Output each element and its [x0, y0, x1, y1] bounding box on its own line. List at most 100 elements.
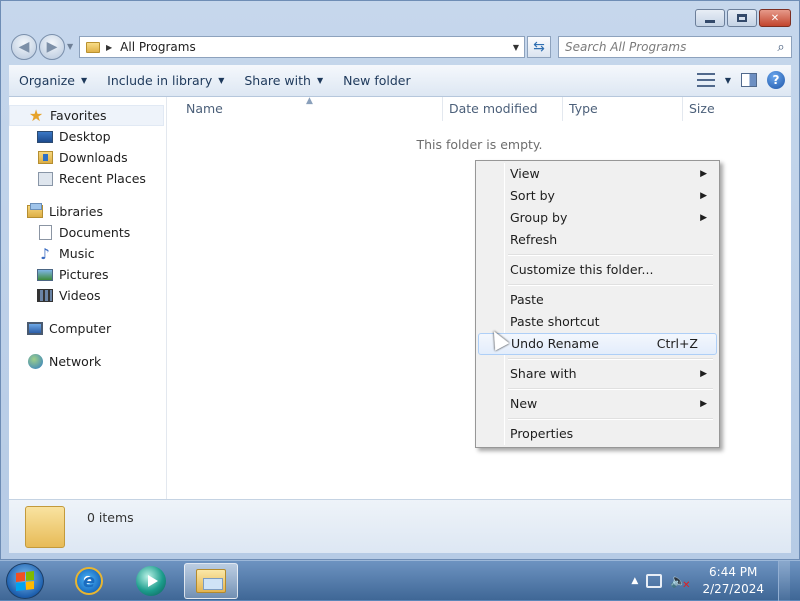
menu-item-group-by[interactable]: Group by ▶	[478, 207, 717, 229]
command-bar: Organize ▼ Include in library ▼ Share with…	[9, 65, 791, 97]
show-hidden-icons-icon[interactable]: ▲	[631, 576, 638, 586]
new-folder-label: New folder	[343, 73, 411, 88]
column-header-label: Date modified	[449, 101, 538, 116]
sidebar-item-music[interactable]: ♪ Music	[9, 243, 166, 264]
toolbar-right: ▼ ?	[696, 71, 785, 89]
breadcrumb[interactable]: All Programs	[120, 40, 508, 54]
volume-muted-icon[interactable]: 🔈 ✕	[670, 574, 690, 591]
sidebar-item-label: Favorites	[50, 108, 107, 123]
menu-item-refresh[interactable]: Refresh	[478, 229, 717, 251]
menu-item-label: New	[510, 396, 538, 411]
menu-item-undo-rename[interactable]: Undo Rename Ctrl+Z	[478, 333, 717, 355]
share-with-button[interactable]: Share with ▼	[234, 65, 333, 96]
folder-icon	[25, 506, 65, 548]
clock[interactable]: 6:44 PM 2/27/2024	[702, 564, 764, 598]
minimize-button[interactable]	[695, 9, 725, 27]
breadcrumb-chevron-icon[interactable]: ▶	[106, 43, 112, 52]
sidebar-item-label: Libraries	[49, 204, 103, 219]
sidebar-item-label: Pictures	[59, 267, 109, 282]
clock-date: 2/27/2024	[702, 582, 764, 596]
column-header-date-modified[interactable]: Date modified	[442, 97, 562, 121]
refresh-button[interactable]: ⇆	[527, 36, 551, 58]
address-bar[interactable]: ▶ All Programs ▼	[79, 36, 525, 58]
maximize-icon	[737, 14, 747, 22]
include-in-library-button[interactable]: Include in library ▼	[97, 65, 234, 96]
search-icon[interactable]: ⌕	[771, 40, 791, 55]
menu-item-view[interactable]: View ▶	[478, 163, 717, 185]
star-icon: ★	[28, 106, 44, 125]
item-count: 0 items	[87, 510, 134, 525]
menu-separator	[478, 281, 717, 289]
close-icon: ✕	[770, 12, 780, 24]
maximize-button[interactable]	[727, 9, 757, 27]
sidebar-item-label: Music	[59, 246, 95, 261]
menu-item-new[interactable]: New ▶	[478, 393, 717, 415]
forward-arrow-icon: ▶	[46, 39, 58, 55]
sidebar-item-network[interactable]: Network	[9, 351, 166, 372]
column-header-type[interactable]: Type	[562, 97, 682, 121]
film-icon	[37, 288, 53, 304]
sidebar-item-computer[interactable]: Computer	[9, 318, 166, 339]
change-view-icon[interactable]	[696, 73, 715, 87]
menu-separator	[478, 385, 717, 393]
taskbar-internet-explorer[interactable]: e	[62, 563, 116, 599]
empty-folder-message: This folder is empty.	[416, 137, 543, 152]
new-folder-button[interactable]: New folder	[333, 65, 421, 96]
recent-pages-dropdown-icon[interactable]: ▼	[67, 42, 73, 51]
sidebar-item-desktop[interactable]: Desktop	[9, 126, 166, 147]
menu-item-paste-shortcut[interactable]: Paste shortcut	[478, 311, 717, 333]
menu-item-label: Group by	[510, 210, 568, 225]
show-desktop-button[interactable]	[778, 561, 790, 601]
menu-item-customize-folder[interactable]: Customize this folder...	[478, 259, 717, 281]
minimize-icon	[705, 19, 715, 23]
taskbar-windows-explorer[interactable]	[184, 563, 238, 599]
chevron-down-icon: ▼	[316, 76, 324, 85]
column-header-size[interactable]: Size	[682, 97, 762, 121]
sidebar-item-documents[interactable]: Documents	[9, 222, 166, 243]
submenu-arrow-icon: ▶	[700, 191, 707, 201]
menu-separator	[478, 415, 717, 423]
internet-explorer-icon: e	[75, 567, 103, 595]
organize-button[interactable]: Organize ▼	[9, 65, 97, 96]
sidebar-item-libraries[interactable]: Libraries	[9, 201, 166, 222]
menu-item-sort-by[interactable]: Sort by ▶	[478, 185, 717, 207]
sidebar-item-downloads[interactable]: Downloads	[9, 147, 166, 168]
sidebar-item-videos[interactable]: Videos	[9, 285, 166, 306]
network-status-icon[interactable]	[646, 574, 663, 588]
sidebar-item-pictures[interactable]: Pictures	[9, 264, 166, 285]
submenu-arrow-icon: ▶	[700, 399, 707, 409]
recent-places-icon	[37, 171, 53, 187]
share-with-label: Share with	[244, 73, 311, 88]
sidebar-item-favorites[interactable]: ★ Favorites	[9, 105, 164, 126]
column-header-name[interactable]: ▲ Name	[168, 96, 442, 121]
sidebar-item-label: Recent Places	[59, 171, 146, 186]
close-button[interactable]: ✕	[759, 9, 791, 27]
menu-item-share-with[interactable]: Share with ▶	[478, 363, 717, 385]
search-input[interactable]	[565, 40, 771, 54]
menu-item-label: Sort by	[510, 188, 555, 203]
help-icon[interactable]: ?	[767, 71, 785, 89]
menu-item-label: View	[510, 166, 540, 181]
menu-item-paste[interactable]: Paste	[478, 289, 717, 311]
menu-item-properties[interactable]: Properties	[478, 423, 717, 445]
search-box[interactable]: ⌕	[558, 36, 792, 58]
menu-item-label: Refresh	[510, 232, 558, 247]
back-button[interactable]: ◀	[11, 34, 37, 60]
pictures-icon	[37, 267, 53, 283]
forward-button[interactable]: ▶	[39, 34, 65, 60]
desktop-icon	[37, 129, 53, 145]
computer-icon	[27, 321, 43, 337]
organize-label: Organize	[19, 73, 75, 88]
preview-pane-icon[interactable]	[741, 73, 757, 87]
submenu-arrow-icon: ▶	[700, 213, 707, 223]
menu-item-label: Customize this folder...	[510, 262, 654, 277]
submenu-arrow-icon: ▶	[700, 369, 707, 379]
sidebar-item-recent-places[interactable]: Recent Places	[9, 168, 166, 189]
address-dropdown-icon[interactable]: ▼	[508, 43, 524, 52]
sidebar-item-label: Desktop	[59, 129, 111, 144]
start-button[interactable]	[6, 563, 44, 599]
taskbar-media-player[interactable]	[124, 563, 178, 599]
view-options-dropdown-icon[interactable]: ▼	[725, 76, 731, 85]
details-pane: 0 items	[9, 499, 791, 553]
column-header-label: Size	[689, 101, 715, 116]
